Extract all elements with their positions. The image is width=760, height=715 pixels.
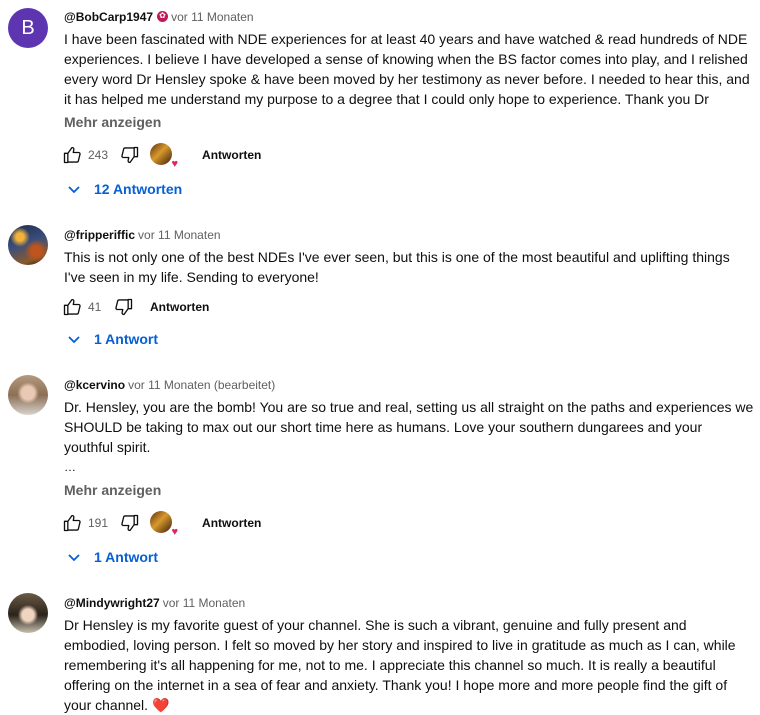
comment-text: Dr. Hensley, you are the bomb! You are s… (64, 399, 754, 455)
like-icon[interactable] (62, 145, 82, 165)
dislike-icon[interactable] (120, 145, 140, 165)
truncation-ellipsis: … (64, 460, 76, 474)
replies-count-label: 1 Antwort (94, 549, 159, 565)
comment-actions: 243 ♥ Antworten (62, 143, 261, 170)
author-name[interactable]: @kcervino (64, 378, 125, 392)
comment-header: @kcervino vor 11 Monaten (bearbeitet) (64, 377, 275, 393)
comment-time[interactable]: vor 11 Monaten (163, 596, 246, 610)
dislike-icon[interactable] (114, 297, 134, 317)
creator-heart-avatar: ♥ (150, 511, 178, 538)
like-count: 243 (88, 148, 109, 162)
like-icon[interactable] (62, 513, 82, 533)
author-name[interactable]: @fripperiffic (64, 228, 135, 242)
creator-heart-avatar: ♥ (150, 143, 178, 170)
member-badge-icon (157, 10, 169, 22)
avatar[interactable] (8, 375, 48, 415)
show-more-button[interactable]: Mehr anzeigen (64, 114, 161, 130)
comment-time[interactable]: vor 11 Monaten (171, 10, 254, 24)
comment-text: Dr Hensley is my favorite guest of your … (64, 617, 736, 713)
avatar[interactable]: B (8, 8, 48, 48)
comment-header: @fripperiffic vor 11 Monaten (64, 227, 221, 243)
view-replies-button[interactable]: 1 Antwort (66, 331, 158, 347)
view-replies-button[interactable]: 12 Antworten (66, 181, 182, 197)
comment-header: @Mindywright27 vor 11 Monaten (64, 595, 245, 611)
chevron-down-icon (68, 336, 80, 344)
show-more-button[interactable]: Mehr anzeigen (64, 482, 161, 498)
dislike-icon[interactable] (120, 513, 140, 533)
comment-text: I have been fascinated with NDE experien… (64, 31, 750, 107)
like-count: 191 (88, 516, 109, 530)
comment-time[interactable]: vor 11 Monaten (bearbeitet) (128, 378, 275, 392)
replies-count-label: 1 Antwort (94, 331, 159, 347)
like-count: 41 (88, 300, 102, 314)
heart-icon: ♥ (171, 158, 179, 170)
replies-count-label: 12 Antworten (94, 181, 183, 197)
chevron-down-icon (68, 554, 80, 562)
reply-button[interactable]: Antworten (202, 148, 261, 162)
comment-header: @BobCarp1947 vor 11 Monaten (64, 9, 254, 25)
comment-actions: 191 ♥ Antworten (62, 511, 261, 538)
comment-text: This is not only one of the best NDEs I'… (64, 249, 730, 285)
reply-button[interactable]: Antworten (150, 300, 209, 314)
comment-time[interactable]: vor 11 Monaten (138, 228, 221, 242)
author-name[interactable]: @Mindywright27 (64, 596, 160, 610)
view-replies-button[interactable]: 1 Antwort (66, 549, 158, 565)
avatar[interactable] (8, 225, 48, 265)
avatar[interactable] (8, 593, 48, 633)
heart-icon: ♥ (171, 526, 179, 538)
like-icon[interactable] (62, 297, 82, 317)
chevron-down-icon (68, 186, 80, 194)
author-name[interactable]: @BobCarp1947 (64, 10, 153, 24)
comment-actions: 41 Antworten (62, 295, 209, 319)
reply-button[interactable]: Antworten (202, 516, 261, 530)
